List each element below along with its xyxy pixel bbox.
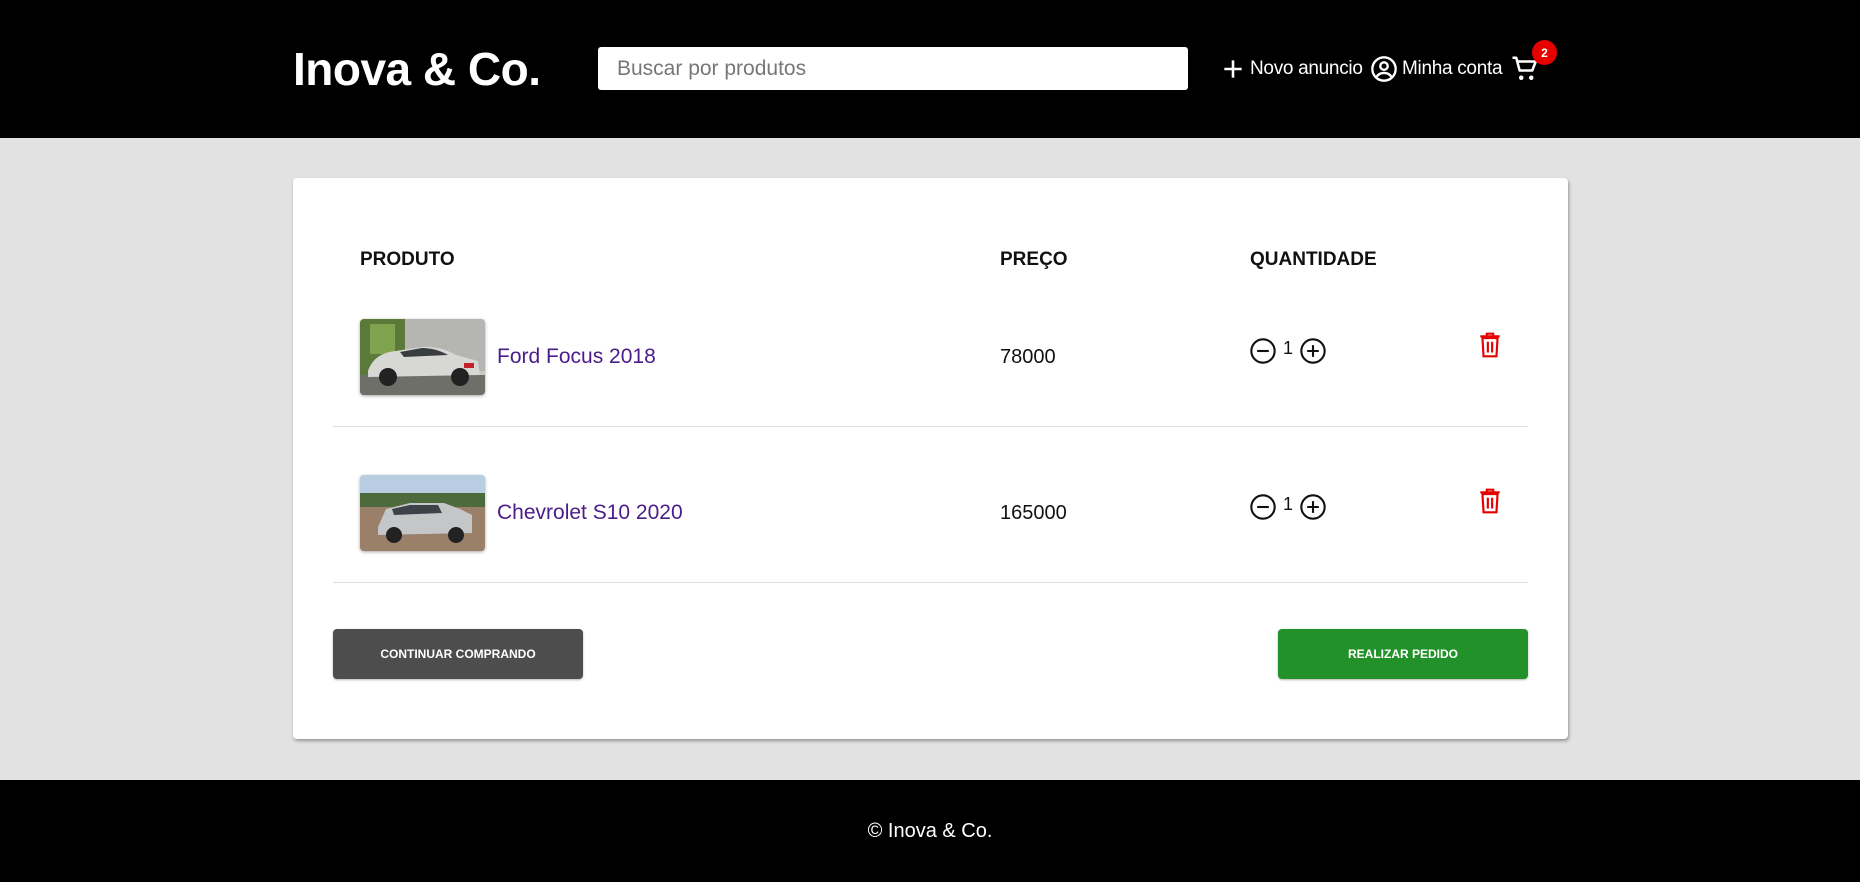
account-circle-icon (1371, 56, 1397, 82)
copyright-text: © Inova & Co. (867, 819, 993, 842)
minus-circle-icon[interactable] (1249, 493, 1277, 521)
product-link[interactable]: Chevrolet S10 2020 (497, 501, 683, 525)
product-column-header: PRODUTO (360, 249, 455, 270)
new-ad-label: Novo anuncio (1250, 58, 1363, 79)
minus-circle-icon[interactable] (1249, 337, 1277, 365)
cart-row: Chevrolet S10 2020 165000 1 (333, 427, 1528, 583)
price-column-header: PREÇO (1000, 249, 1068, 270)
cart-card: PRODUTO PREÇO QUANTIDADE Ford Focus 2018… (293, 178, 1568, 739)
continue-shopping-button[interactable]: CONTINUAR COMPRANDO (333, 629, 583, 679)
delete-trash-icon[interactable] (1477, 331, 1503, 359)
place-order-button[interactable]: REALIZAR PEDIDO (1278, 629, 1528, 679)
account-label: Minha conta (1402, 58, 1503, 79)
account-link[interactable]: Minha conta (1370, 55, 1503, 83)
search-input[interactable] (598, 47, 1188, 90)
plus-circle-icon[interactable] (1299, 493, 1327, 521)
new-ad-link[interactable]: Novo anuncio (1220, 55, 1363, 83)
plus-circle-icon[interactable] (1299, 337, 1327, 365)
quantity-stepper: 1 (1249, 493, 1327, 521)
delete-trash-icon[interactable] (1477, 487, 1503, 515)
site-logo[interactable]: Inova & Co. (293, 42, 541, 96)
cart-row: Ford Focus 2018 78000 1 (333, 271, 1528, 427)
cart-count-badge: 2 (1532, 40, 1557, 65)
quantity-value: 1 (1282, 493, 1293, 514)
footer: © Inova & Co. (0, 780, 1860, 882)
quantity-value: 1 (1282, 337, 1293, 358)
plus-icon (1224, 60, 1242, 78)
product-image-chevrolet-s10[interactable] (360, 475, 485, 551)
quantity-stepper: 1 (1249, 337, 1327, 365)
product-price: 165000 (1000, 502, 1067, 524)
quantity-column-header: QUANTIDADE (1250, 249, 1377, 270)
product-image-ford-focus[interactable] (360, 319, 485, 395)
product-price: 78000 (1000, 346, 1056, 368)
top-bar: Inova & Co. Novo anuncio Minha conta 2 (0, 0, 1860, 138)
product-link[interactable]: Ford Focus 2018 (497, 345, 656, 369)
